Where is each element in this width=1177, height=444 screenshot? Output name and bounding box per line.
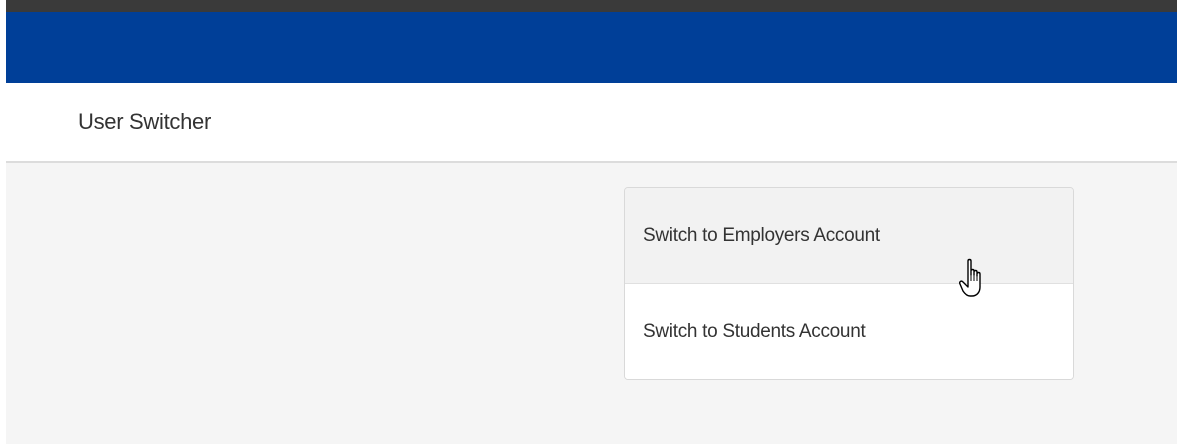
left-edge — [0, 0, 6, 444]
hand-pointer-cursor-icon — [959, 258, 981, 297]
top-strip — [0, 0, 1177, 12]
page-title: User Switcher — [78, 109, 212, 134]
main-content: Switch to Employers Account Switch to St… — [6, 163, 1177, 444]
account-switch-list: Switch to Employers Account Switch to St… — [624, 187, 1074, 380]
switch-to-employers-account-link[interactable]: Switch to Employers Account — [625, 188, 1073, 284]
switch-to-students-account-link[interactable]: Switch to Students Account — [625, 284, 1073, 379]
top-navbar — [6, 12, 1177, 83]
page-header: User Switcher — [6, 83, 1177, 163]
